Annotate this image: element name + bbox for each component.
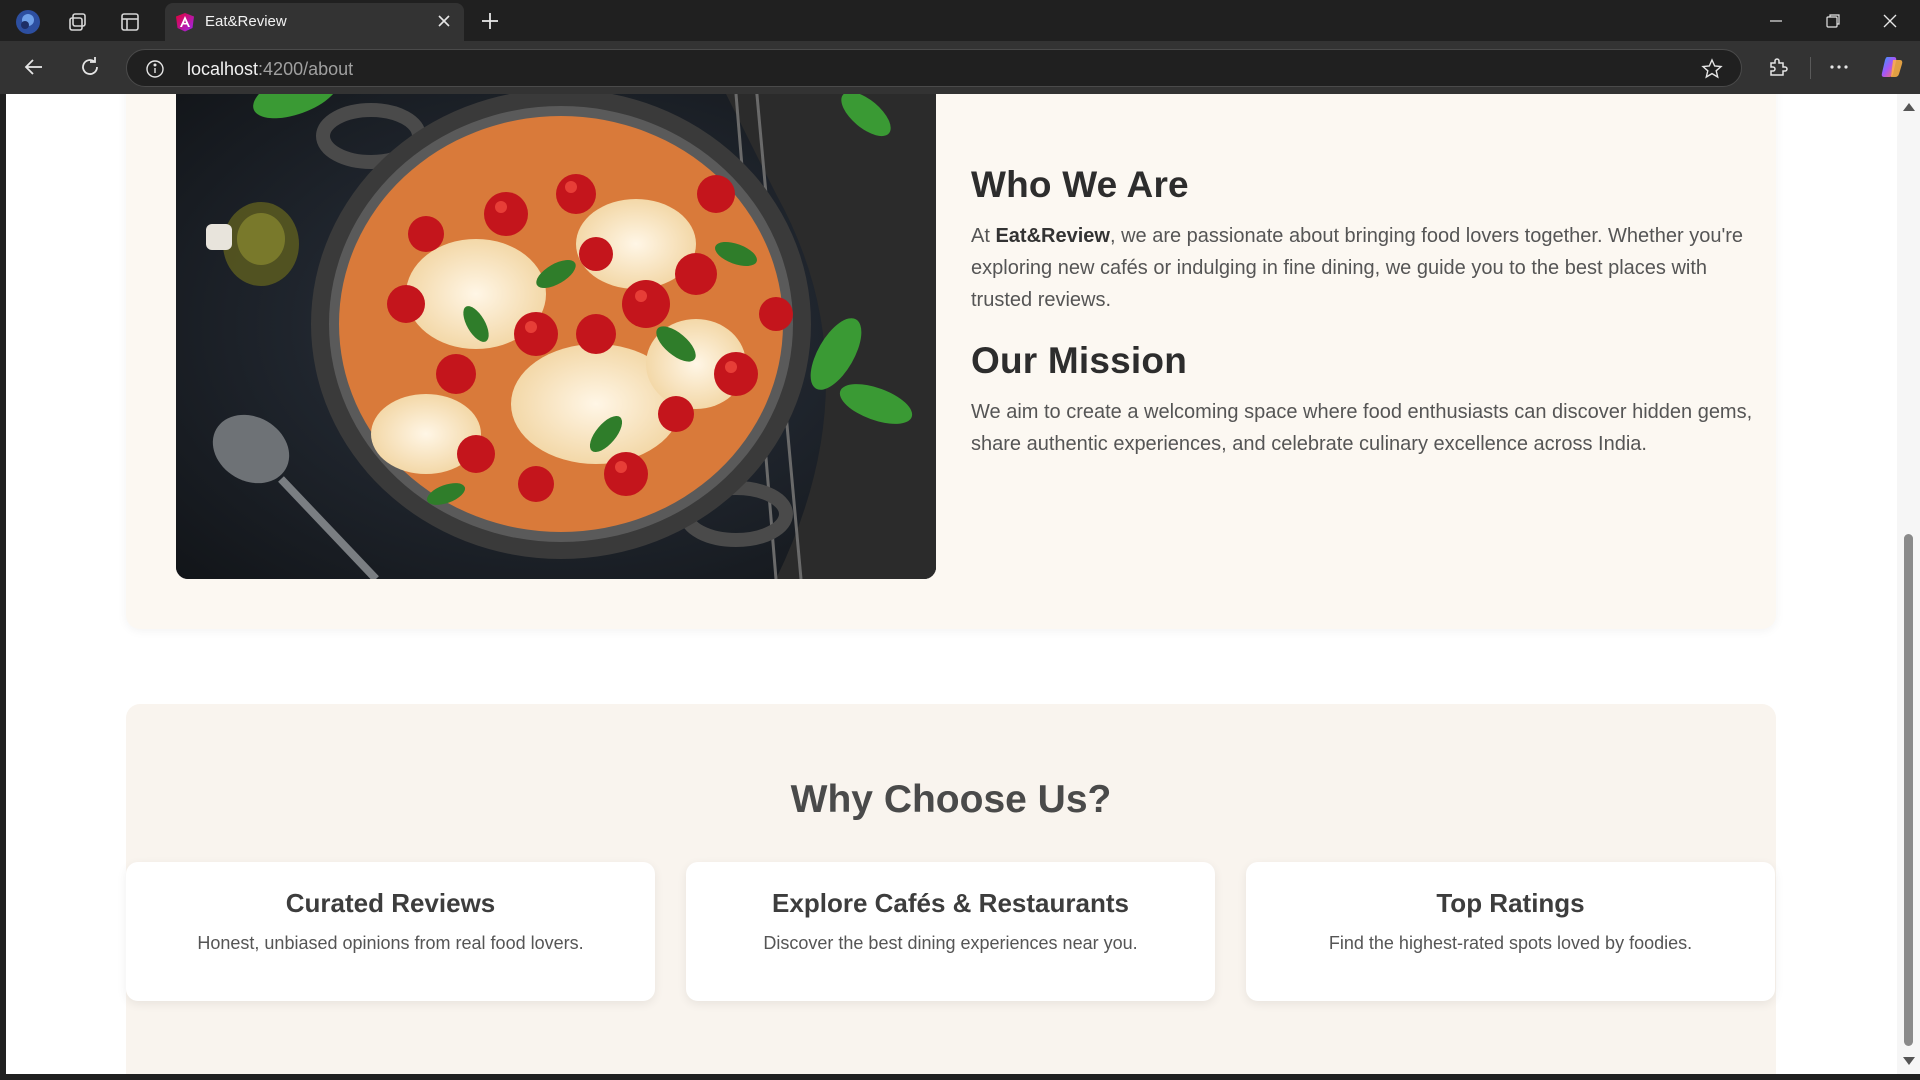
profile-avatar-icon[interactable] <box>14 8 41 35</box>
scroll-up-arrow-icon[interactable] <box>1903 103 1915 111</box>
scrollbar-thumb[interactable] <box>1904 534 1913 1046</box>
feature-card-explore-cafes: Explore Cafés & Restaurants Discover the… <box>686 862 1215 1001</box>
copilot-icon[interactable] <box>1878 53 1906 81</box>
url-path: :4200/about <box>258 59 354 79</box>
page-viewport: Who We Are At Eat&Review, we are passion… <box>6 94 1897 1074</box>
browser-toolbar: localhost:4200/about <box>0 41 1920 94</box>
feature-card-curated-reviews: Curated Reviews Honest, unbiased opinion… <box>126 862 655 1001</box>
feature-title: Top Ratings <box>1436 888 1585 918</box>
url-text: localhost:4200/about <box>187 59 353 80</box>
about-section: Who We Are At Eat&Review, we are passion… <box>126 94 1776 629</box>
feature-description: Discover the best dining experiences nea… <box>763 933 1138 953</box>
scroll-down-arrow-icon[interactable] <box>1903 1057 1915 1065</box>
angular-favicon-icon <box>175 12 195 32</box>
favorite-star-icon[interactable] <box>1701 58 1723 80</box>
more-options-icon[interactable] <box>1825 53 1853 81</box>
reload-icon[interactable] <box>76 53 104 81</box>
who-we-are-heading: Who We Are <box>971 164 1189 205</box>
vertical-scrollbar[interactable] <box>1897 94 1920 1074</box>
why-choose-us-title: Why Choose Us? <box>790 778 1112 821</box>
feature-title: Curated Reviews <box>285 888 496 918</box>
window-bottom-edge <box>0 1074 1920 1080</box>
toolbar-separator <box>1810 57 1811 79</box>
who-prefix: At <box>971 225 996 247</box>
restore-icon[interactable] <box>1818 6 1848 36</box>
extensions-icon[interactable] <box>1764 53 1792 81</box>
close-window-icon[interactable] <box>1875 6 1905 36</box>
url-host: localhost <box>187 59 259 79</box>
who-we-are-paragraph: At Eat&Review, we are passionate about b… <box>971 220 1761 316</box>
site-info-icon[interactable] <box>145 59 165 79</box>
feature-description: Find the highest-rated spots loved by fo… <box>1328 933 1693 953</box>
minimize-icon[interactable] <box>1761 6 1791 36</box>
our-mission-paragraph: We aim to create a welcoming space where… <box>971 401 1753 455</box>
our-mission-heading: Our Mission <box>971 340 1187 381</box>
feature-description: Honest, unbiased opinions from real food… <box>197 933 584 953</box>
feature-card-top-ratings: Top Ratings Find the highest-rated spots… <box>1246 862 1775 1001</box>
back-arrow-icon[interactable] <box>20 53 48 81</box>
tab-close-icon[interactable] <box>434 11 454 31</box>
browser-tab-bar: Eat&Review <box>0 0 1920 41</box>
feature-title: Explore Cafés & Restaurants <box>772 888 1129 918</box>
pasta-dish-image <box>176 94 936 579</box>
vertical-tabs-icon[interactable] <box>116 8 143 35</box>
new-tab-icon[interactable] <box>477 8 503 34</box>
brand-name: Eat&Review <box>995 225 1110 247</box>
tab-title: Eat&Review <box>205 13 287 30</box>
tab-eat-and-review[interactable]: Eat&Review <box>165 3 464 41</box>
about-text-block: Who We Are At Eat&Review, we are passion… <box>971 164 1761 484</box>
why-choose-us-section: Why Choose Us? Curated Reviews Honest, u… <box>126 704 1776 1074</box>
address-bar[interactable]: localhost:4200/about <box>126 49 1742 87</box>
workspaces-icon[interactable] <box>64 8 91 35</box>
